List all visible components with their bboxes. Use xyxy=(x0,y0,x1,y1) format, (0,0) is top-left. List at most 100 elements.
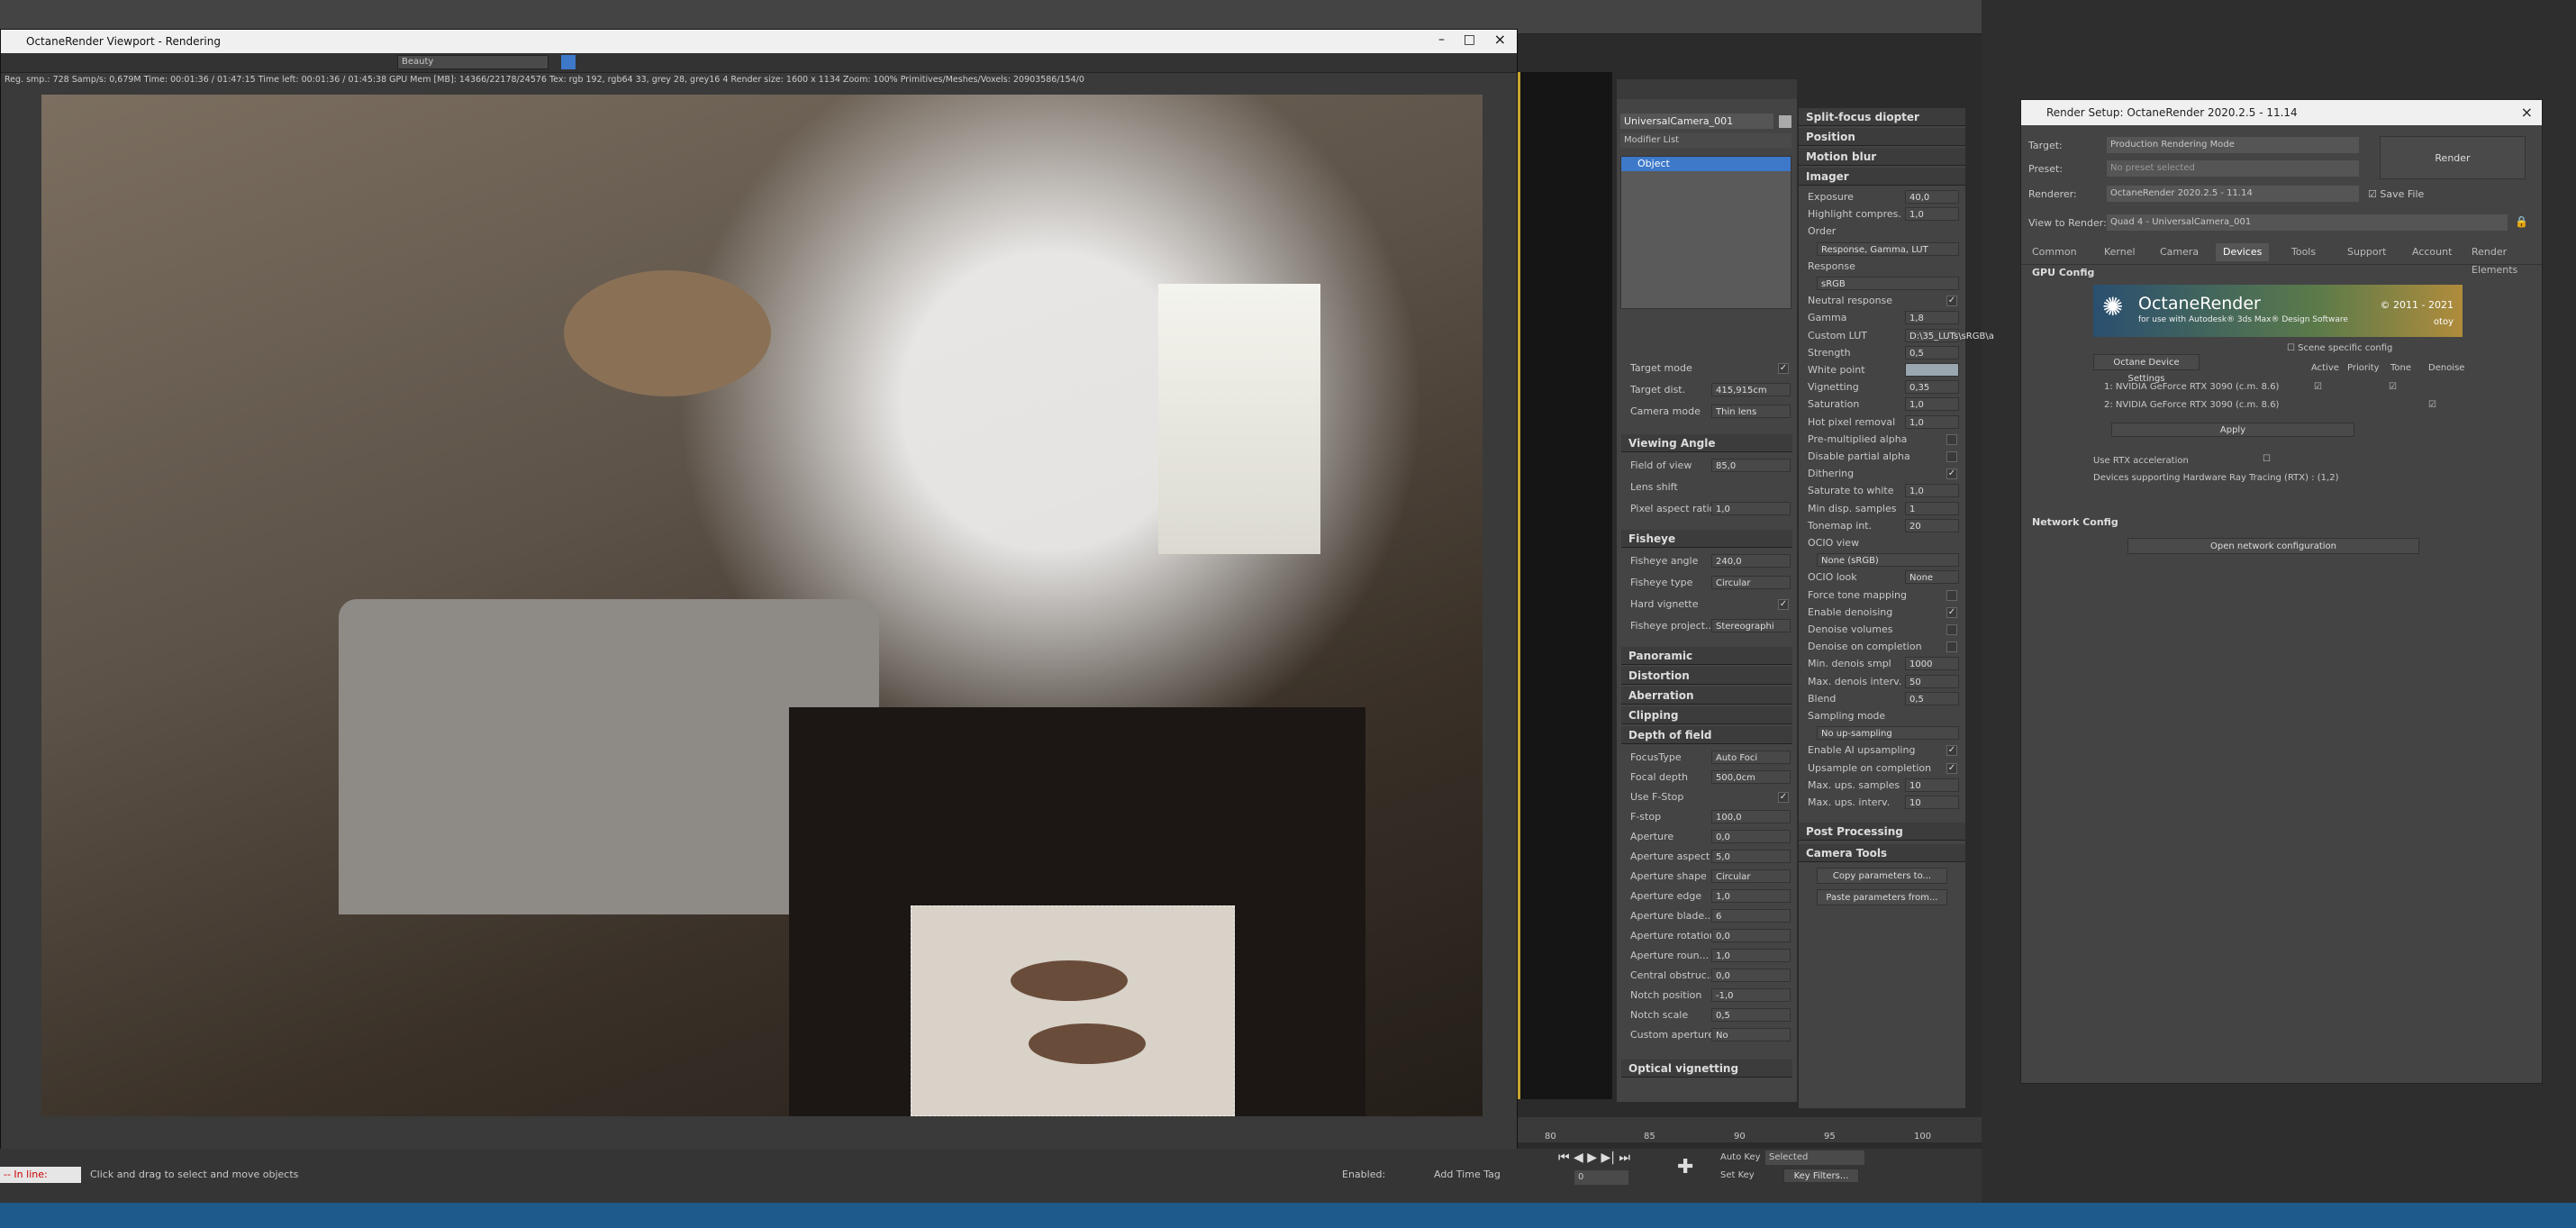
imager-param-checkbox[interactable] xyxy=(1946,624,1957,635)
key-filters-button[interactable]: Key Filters... xyxy=(1783,1169,1859,1183)
imager-param-checkbox[interactable] xyxy=(1946,433,1957,445)
collapsed-rollout-header[interactable]: Clipping xyxy=(1621,706,1792,724)
object-color-swatch[interactable] xyxy=(1779,115,1791,128)
object-name-field[interactable]: UniversalCamera_001 xyxy=(1620,114,1773,129)
playback-controls[interactable]: ⏮ ◀ ▶ ▶| ⏭ xyxy=(1558,1151,1630,1165)
window-maximize-button[interactable]: □ xyxy=(1464,32,1475,47)
imager-param-field[interactable]: 10 xyxy=(1905,796,1959,809)
set-key-label[interactable]: Set Key xyxy=(1720,1170,1755,1180)
dof-param-field[interactable]: 5,0 xyxy=(1711,850,1791,863)
fisheye-param-field[interactable]: Stereographi xyxy=(1711,619,1791,632)
timeline[interactable]: 80 85 90 95 100 xyxy=(1518,1117,1982,1142)
tab-devices[interactable]: Devices xyxy=(2216,243,2270,261)
imager-param-field[interactable]: 40,0 xyxy=(1905,190,1959,204)
imager-param-field[interactable]: 1,0 xyxy=(1905,484,1959,498)
camera-param-field[interactable]: Thin lens xyxy=(1711,405,1791,418)
imager-param-checkbox[interactable]: ✓ xyxy=(1946,606,1957,618)
imager-param-field[interactable]: 0,35 xyxy=(1905,380,1959,395)
tab-tools[interactable]: Tools xyxy=(2291,243,2316,261)
dof-param-field[interactable]: 1,0 xyxy=(1711,949,1791,962)
fisheye-param-field[interactable]: 240,0 xyxy=(1711,554,1791,568)
gpu1-active-checkbox[interactable]: ☑ xyxy=(2314,382,2322,392)
dof-param-field[interactable]: 0,5 xyxy=(1711,1008,1791,1022)
dof-param-field[interactable]: 0,0 xyxy=(1711,929,1791,942)
command-panel-tabs[interactable] xyxy=(1617,79,1797,99)
collapsed-rollout-header[interactable]: Distortion xyxy=(1621,667,1792,685)
stack-toolbar[interactable] xyxy=(1620,318,1791,334)
add-time-tag[interactable]: Add Time Tag xyxy=(1434,1169,1501,1180)
imager-param-field[interactable]: D:\35_LUTs\sRGB\a xyxy=(1905,328,1994,342)
modifier-list-select[interactable]: Modifier List xyxy=(1620,133,1791,148)
imager-param-field[interactable]: None xyxy=(1905,570,1959,585)
imager-param-checkbox[interactable]: ✓ xyxy=(1946,296,1957,307)
imager-param-field[interactable]: 1,0 xyxy=(1905,414,1959,429)
dof-param-field[interactable]: 6 xyxy=(1711,909,1791,923)
window-close-button[interactable]: × xyxy=(1494,31,1506,48)
viewing-param-field[interactable]: 85,0 xyxy=(1711,459,1791,472)
dof-param-field[interactable]: Auto Foci xyxy=(1711,750,1791,764)
open-network-config-button[interactable]: Open network configuration xyxy=(2127,538,2419,554)
modifier-stack[interactable]: Object xyxy=(1620,156,1791,309)
gpu1-tone-checkbox[interactable]: ☑ xyxy=(2389,382,2397,392)
region-render-button[interactable] xyxy=(561,55,576,69)
dof-param-field[interactable]: 100,0 xyxy=(1711,810,1791,823)
imager-param-field[interactable]: No up-sampling xyxy=(1817,726,1959,741)
preset-select[interactable]: No preset selected xyxy=(2107,160,2359,177)
tab-account[interactable]: Account xyxy=(2412,243,2452,261)
imager-param-field[interactable]: 10 xyxy=(1905,778,1959,792)
imager-param-checkbox[interactable]: ✓ xyxy=(1946,468,1957,480)
viewport-titlebar[interactable]: OctaneRender Viewport - Rendering xyxy=(1,30,1517,53)
imager-param-checkbox[interactable]: ✓ xyxy=(1946,762,1957,774)
post-processing-header[interactable]: Post Processing xyxy=(1799,823,1965,841)
rtx-checkbox[interactable]: ☐ xyxy=(2263,454,2271,464)
imager-param-field[interactable]: 1,0 xyxy=(1905,207,1959,222)
dof-param-field[interactable]: 0,0 xyxy=(1711,969,1791,982)
imager-top-header[interactable]: Motion blur xyxy=(1799,148,1965,166)
gpu2-denoise-checkbox[interactable]: ☑ xyxy=(2428,400,2436,410)
apply-button[interactable]: Apply xyxy=(2111,423,2354,437)
render-setup-titlebar[interactable]: Render Setup: OctaneRender 2020.2.5 - 11… xyxy=(2021,100,2542,125)
fisheye-param-checkbox[interactable]: ✓ xyxy=(1778,599,1789,610)
imager-top-header[interactable]: Split-focus diopter xyxy=(1799,108,1965,126)
collapsed-rollout-header[interactable]: Panoramic xyxy=(1621,647,1792,665)
tab-camera[interactable]: Camera xyxy=(2160,243,2199,261)
depth-of-field-header[interactable]: Depth of field xyxy=(1621,726,1792,744)
imager-param-field[interactable]: 0,5 xyxy=(1905,345,1959,359)
collapsed-rollout-header[interactable]: Aberration xyxy=(1621,687,1792,705)
camera-param-field[interactable]: 415,915cm xyxy=(1711,383,1791,396)
fisheye-param-field[interactable]: Circular xyxy=(1711,576,1791,589)
tab-support[interactable]: Support xyxy=(2347,243,2386,261)
imager-param-field[interactable]: 1 xyxy=(1905,501,1959,515)
renderer-select[interactable]: OctaneRender 2020.2.5 - 11.14 xyxy=(2107,186,2359,202)
gpu-row-1[interactable]: 1: NVIDIA GeForce RTX 3090 (c.m. 8.6) xyxy=(2104,382,2279,392)
dof-param-field[interactable]: -1,0 xyxy=(1711,988,1791,1002)
imager-param-checkbox[interactable] xyxy=(1946,589,1957,601)
octane-device-settings-button[interactable]: Octane Device Settings xyxy=(2093,354,2200,384)
set-key-mode-icon[interactable]: ✚ xyxy=(1677,1156,1693,1178)
imager-param-field[interactable]: Response, Gamma, LUT xyxy=(1817,241,1959,256)
paste-parameters-button[interactable]: Paste parameters from... xyxy=(1817,889,1947,906)
copy-parameters-button[interactable]: Copy parameters to... xyxy=(1817,868,1947,885)
dof-param-field[interactable]: No xyxy=(1711,1028,1791,1042)
tab-common[interactable]: Common xyxy=(2032,243,2077,261)
dof-param-field[interactable]: 1,0 xyxy=(1711,889,1791,903)
gpu-config-header[interactable]: GPU Config xyxy=(2032,267,2094,278)
imager-param-checkbox[interactable]: ✓ xyxy=(1946,745,1957,757)
pass-select[interactable]: Beauty xyxy=(397,55,549,69)
scene-specific-config[interactable]: ☐ Scene specific config xyxy=(2287,343,2392,353)
imager-param-field[interactable]: 50 xyxy=(1905,674,1959,688)
auto-key-label[interactable]: Auto Key xyxy=(1720,1152,1761,1162)
tab-kernel[interactable]: Kernel xyxy=(2104,243,2136,261)
imager-param-field[interactable]: 1000 xyxy=(1905,657,1959,671)
frame-field[interactable]: 0 xyxy=(1574,1170,1628,1185)
dof-param-field[interactable]: Circular xyxy=(1711,869,1791,883)
imager-header[interactable]: Imager xyxy=(1799,168,1965,186)
render-image[interactable] xyxy=(41,95,1483,1116)
fisheye-header[interactable]: Fisheye xyxy=(1621,530,1792,548)
imager-param-field[interactable]: sRGB xyxy=(1817,277,1959,290)
imager-param-field[interactable] xyxy=(1905,363,1959,377)
imager-top-header[interactable]: Position xyxy=(1799,128,1965,146)
camera-tools-header[interactable]: Camera Tools xyxy=(1799,844,1965,863)
imager-param-checkbox[interactable] xyxy=(1946,641,1957,653)
imager-param-checkbox[interactable] xyxy=(1946,451,1957,462)
